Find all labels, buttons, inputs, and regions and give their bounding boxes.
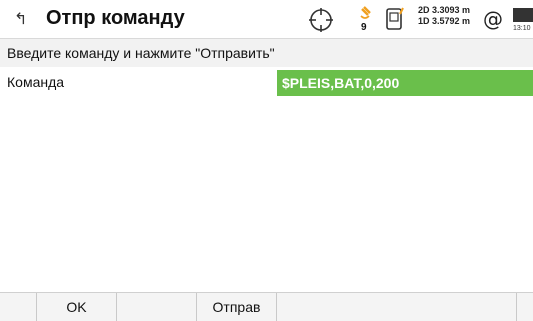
precision-readout: 2D 3.3093 m 1D 3.5792 m <box>418 5 470 27</box>
softkey-bar: OK Отправ <box>0 292 533 321</box>
ok-button[interactable]: OK <box>36 293 116 321</box>
command-input[interactable]: $PLEIS,BAT,0,200 <box>277 70 533 96</box>
softkey-empty-4[interactable] <box>276 293 516 321</box>
command-label: Команда <box>7 74 65 90</box>
precision-2d: 2D 3.3093 m <box>418 5 471 15</box>
title-bar: ↰ Отпр команду 9 2D 3.3093 m 1D 3.5792 m… <box>0 0 533 39</box>
crosshair-icon[interactable] <box>308 7 334 33</box>
page-title: Отпр команду <box>46 7 185 29</box>
command-row[interactable]: Команда $PLEIS,BAT,0,200 <box>0 70 533 96</box>
clock-time: 13:10 <box>513 25 531 32</box>
receiver-device-icon[interactable] <box>385 6 407 32</box>
battery-icon <box>513 8 533 22</box>
send-button[interactable]: Отправ <box>196 293 276 321</box>
satellite-count: 9 <box>361 22 367 33</box>
back-arrow-icon[interactable]: ↰ <box>14 9 27 28</box>
precision-1d: 1D 3.5792 m <box>418 16 471 26</box>
at-icon[interactable]: @ <box>483 7 503 31</box>
softkey-empty-5[interactable] <box>516 293 533 321</box>
instruction-text: Введите команду и нажмите "Отправить" <box>0 39 533 67</box>
softkey-empty-2[interactable] <box>116 293 196 321</box>
